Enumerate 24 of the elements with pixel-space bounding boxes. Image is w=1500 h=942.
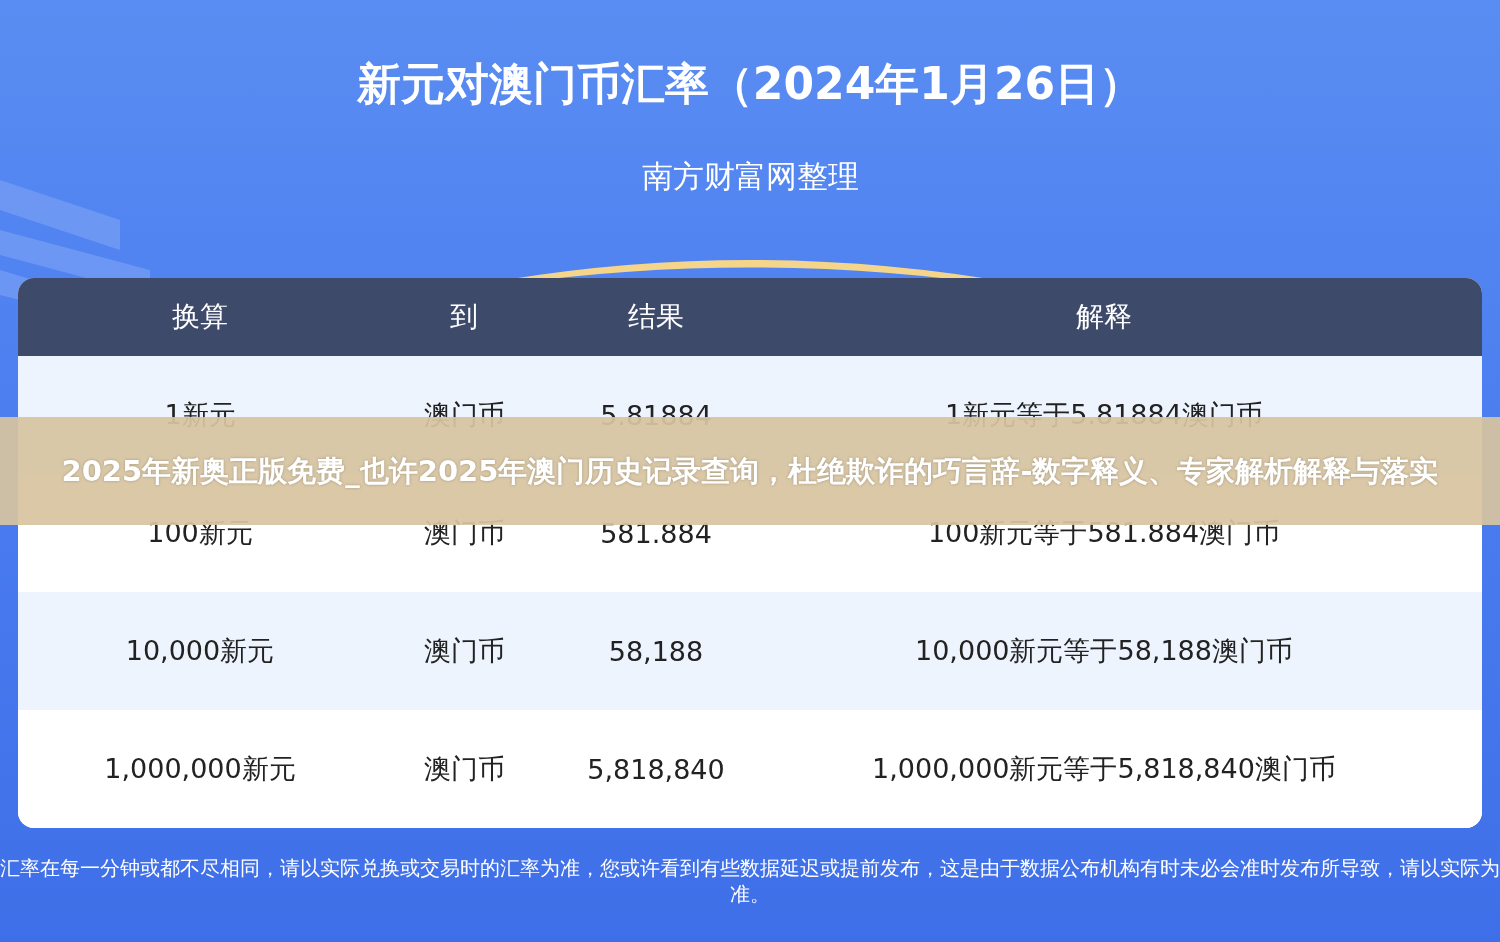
table-cell-text: 581.884 — [599, 517, 713, 549]
column-header: 换算 — [171, 299, 229, 335]
table-cell-text: 58,188 — [607, 635, 705, 667]
table-cell-text: 100新元等于581.884澳门币 — [926, 516, 1282, 550]
subtitle: 南方财富网整理 — [641, 157, 859, 196]
table-cell-text: 澳门币 — [422, 752, 506, 786]
column-header: 解释 — [1075, 299, 1133, 335]
article-title: 2025年新奥正版免费_也许2025年澳门历史记录查询，杜绝欺诈的巧言辞-数字释义、专家解析解释与落实 — [60, 453, 1440, 490]
table-cell-text: 1新元等于5.81884澳门币 — [944, 398, 1264, 432]
table-cell-text: 1,000,000新元等于5,818,840澳门币 — [871, 752, 1337, 786]
table-cell-text: 1新元 — [163, 398, 237, 432]
table-cell-text: 5.81884 — [599, 399, 713, 431]
table-cell-text: 澳门币 — [422, 634, 506, 668]
table-cell-text: 澳门币 — [422, 516, 506, 550]
table-cell-text: 澳门币 — [422, 398, 506, 432]
table-cell-text: 100新元 — [146, 516, 254, 550]
table-cell-text: 10,000新元 — [124, 634, 276, 668]
column-header: 到 — [449, 299, 479, 335]
table-cell-text: 5,818,840 — [586, 753, 726, 785]
chart-title: 新元对澳门币汇率（2024年1月26日） — [356, 57, 1144, 111]
disclaimer-text: 汇率在每一分钟或都不尽相同，请以实际兑换或交易时的汇率为准，您或许看到有些数据延迟或提前发布，这是由于数据公布机构有时未必会准时发布所导致，请以实际为准。 — [0, 856, 1500, 908]
table-cell-text: 10,000新元等于58,188澳门币 — [914, 634, 1294, 668]
table-cell-text: 1,000,000新元 — [103, 752, 297, 786]
column-header: 结果 — [627, 299, 685, 335]
